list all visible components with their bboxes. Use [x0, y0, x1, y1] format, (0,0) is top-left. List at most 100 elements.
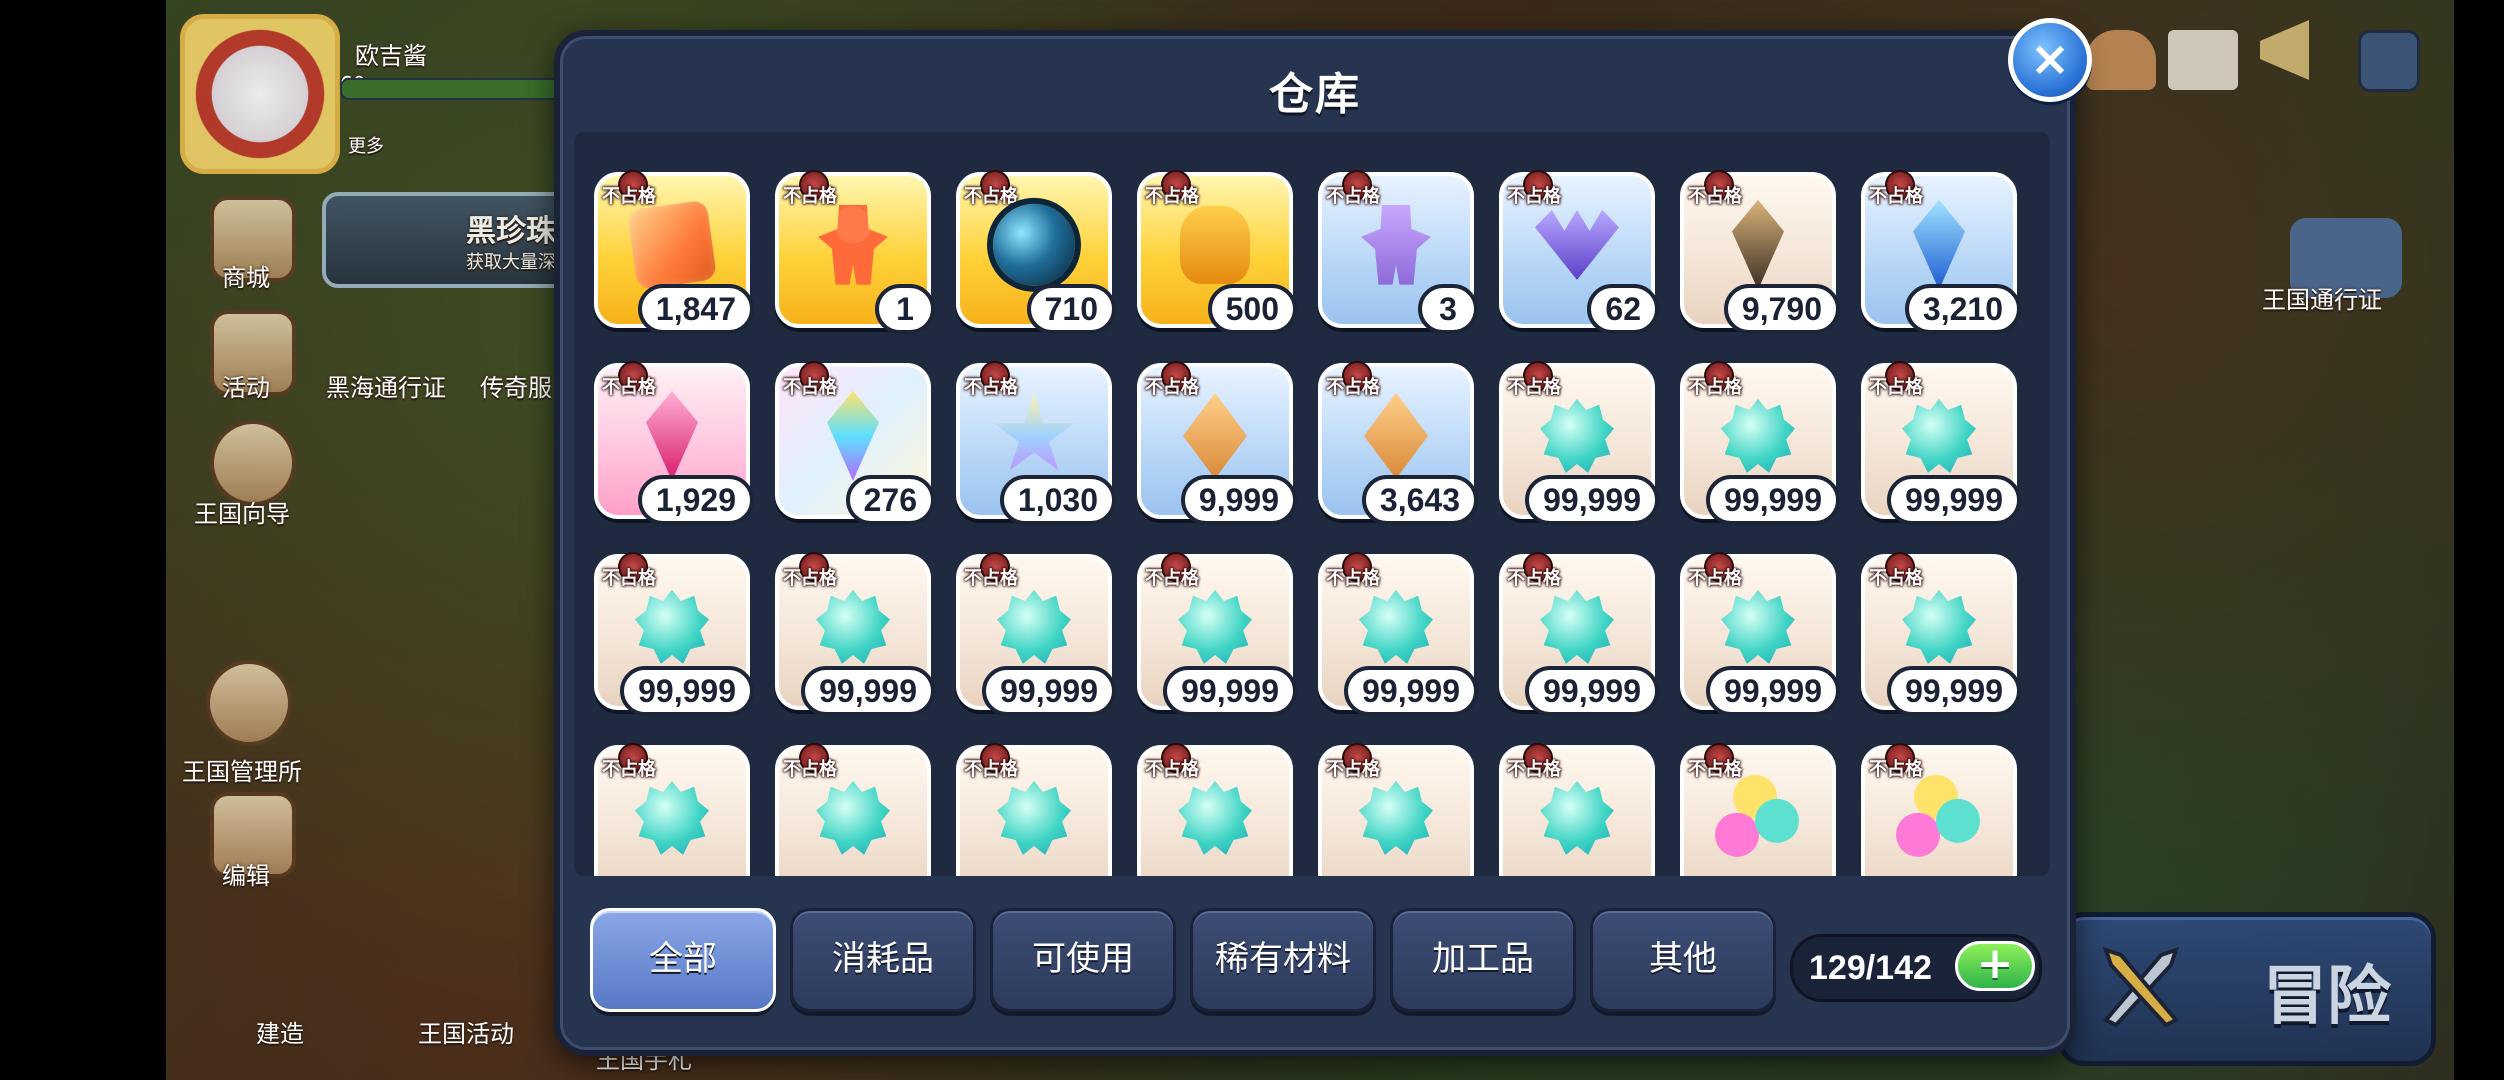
item-count: 1,929	[637, 475, 754, 525]
inventory-item[interactable]: 不占格 99,999	[956, 552, 1116, 716]
player-name: 欧吉酱	[355, 42, 427, 70]
inventory-item[interactable]: 不占格 99,999	[1861, 361, 2021, 525]
cookie-icon[interactable]	[206, 660, 292, 746]
inventory-item[interactable]: 不占格 99,999	[1499, 552, 1659, 716]
inventory-item[interactable]: 不占格 1	[775, 170, 935, 334]
player-avatar[interactable]	[180, 14, 340, 174]
item-count: 99,999	[1344, 666, 1478, 716]
item-count: 62	[1587, 284, 1659, 334]
inventory-item[interactable]: 不占格 99,999	[1680, 552, 1840, 716]
dark-orb-icon	[991, 202, 1077, 288]
inventory-item[interactable]: 不占格	[1680, 743, 1836, 876]
inventory-item[interactable]: 不占格	[1318, 743, 1474, 876]
prism-star-icon	[991, 393, 1077, 479]
banner-title: 黑珍珠	[466, 214, 556, 249]
aqua-puff-icon	[1896, 393, 1982, 479]
inventory-item[interactable]: 不占格 1,030	[956, 361, 1116, 525]
menu-edit-label: 编辑	[222, 862, 270, 890]
friends-icon[interactable]	[2086, 30, 2156, 90]
tab-usable[interactable]: 可使用	[990, 908, 1176, 1012]
inventory-item[interactable]: 不占格 99,999	[1318, 552, 1478, 716]
item-count: 3,210	[1904, 284, 2021, 334]
inventory-item[interactable]: 不占格 500	[1137, 170, 1297, 334]
aqua-puff-icon	[1534, 393, 1620, 479]
tab-all[interactable]: 全部	[590, 908, 776, 1012]
inventory-item[interactable]: 不占格	[594, 743, 750, 876]
item-count: 1	[875, 284, 935, 334]
inventory-item[interactable]: 不占格 276	[775, 361, 935, 525]
blue-crystal-icon	[1896, 199, 1982, 290]
rainbow-crystal-icon	[810, 390, 896, 481]
inventory-item[interactable]: 不占格 99,999	[1499, 361, 1659, 525]
item-count: 710	[1026, 284, 1116, 334]
inventory-grid: 不占格 1,847 不占格 1 不占格 710 不占格 500 不占格 3 不占格 62 不占格 9,79…	[594, 170, 2021, 876]
multi-gems-icon	[1896, 774, 1982, 861]
item-count: 500	[1207, 284, 1297, 334]
item-count: 99,999	[801, 666, 935, 716]
inventory-item[interactable]: 不占格 1,929	[594, 361, 754, 525]
inventory-item[interactable]: 不占格 3,643	[1318, 361, 1478, 525]
adventure-button[interactable]: 冒险	[2058, 912, 2436, 1066]
inventory-modal: 仓库 × 不占格 1,847 不占格 1 不占格 710 不占格 500 不占格 3 不占格 62 不占…	[554, 18, 2092, 1056]
menu-legend-costume-label: 传奇服	[480, 374, 552, 402]
inventory-item[interactable]: 不占格	[1499, 743, 1655, 876]
tab-other[interactable]: 其他	[1590, 908, 1776, 1012]
inventory-item[interactable]: 不占格 99,999	[1861, 552, 2021, 716]
black-pearl-banner[interactable]: 黑珍珠 获取大量深	[322, 192, 590, 288]
item-count: 9,790	[1723, 284, 1840, 334]
inventory-item[interactable]: 不占格 9,790	[1680, 170, 1840, 334]
item-count: 99,999	[1163, 666, 1297, 716]
aqua-puff-icon	[629, 584, 715, 670]
aqua-puff-icon	[1534, 775, 1620, 861]
item-count: 99,999	[1525, 475, 1659, 525]
inventory-item[interactable]: 不占格 3	[1318, 170, 1478, 334]
tab-consumables[interactable]: 消耗品	[790, 908, 976, 1012]
menu-build-label: 建造	[256, 1020, 304, 1048]
item-count: 3,643	[1361, 475, 1478, 525]
item-count: 9,999	[1180, 475, 1297, 525]
item-count: 99,999	[982, 666, 1116, 716]
inventory-item[interactable]: 不占格	[1861, 743, 2017, 876]
banner-subtitle: 获取大量深	[466, 252, 556, 273]
bronze-diamond-icon	[1172, 392, 1258, 479]
menu-blacksea-pass-label: 黑海通行证	[326, 374, 446, 402]
expand-storage-button[interactable]: +	[1955, 941, 2035, 991]
storage-capacity: 129/142 +	[1790, 934, 2042, 1002]
menu-event-label: 活动	[222, 374, 270, 402]
more-label[interactable]: 更多	[348, 132, 384, 158]
adventure-label: 冒险	[2263, 960, 2391, 1034]
item-count: 3	[1418, 284, 1478, 334]
inventory-item[interactable]: 不占格 3,210	[1861, 170, 2021, 334]
violet-flower-icon	[1534, 202, 1620, 288]
inventory-item[interactable]: 不占格 99,999	[775, 552, 935, 716]
inventory-item[interactable]: 不占格 62	[1499, 170, 1659, 334]
inventory-item[interactable]: 不占格	[775, 743, 931, 876]
mail-icon[interactable]	[2168, 30, 2238, 90]
multi-gems-icon	[1715, 774, 1801, 861]
inventory-item[interactable]: 不占格	[1137, 743, 1293, 876]
main-menu-icon[interactable]	[2358, 30, 2420, 92]
close-button[interactable]: ×	[2008, 18, 2092, 102]
menu-kingdom-office-label: 王国管理所	[182, 758, 302, 786]
inventory-item[interactable]: 不占格 99,999	[1137, 552, 1297, 716]
inventory-grid-frame: 不占格 1,847 不占格 1 不占格 710 不占格 500 不占格 3 不占格 62 不占格 9,79…	[574, 132, 2050, 876]
inventory-item[interactable]: 不占格 9,999	[1137, 361, 1297, 525]
inventory-item[interactable]: 不占格 99,999	[1680, 361, 1840, 525]
tab-rare-materials[interactable]: 稀有材料	[1190, 908, 1376, 1012]
inventory-item[interactable]: 不占格 99,999	[594, 552, 754, 716]
item-count: 99,999	[1525, 666, 1659, 716]
item-count: 1,030	[999, 475, 1116, 525]
aqua-puff-icon	[810, 584, 896, 670]
tab-processed-goods[interactable]: 加工品	[1390, 908, 1576, 1012]
gingerbread-orange-icon	[810, 202, 896, 288]
inventory-item[interactable]: 不占格 1,847	[594, 170, 754, 334]
inventory-item[interactable]: 不占格 710	[956, 170, 1116, 334]
aqua-puff-icon	[1172, 775, 1258, 861]
aqua-puff-icon	[1353, 584, 1439, 670]
item-count: 99,999	[1706, 475, 1840, 525]
aqua-puff-icon	[1172, 584, 1258, 670]
menu-shop-label: 商城	[222, 264, 270, 292]
gem-cube-icon	[626, 199, 718, 291]
inventory-item[interactable]: 不占格	[956, 743, 1112, 876]
menu-kingdom-guide-label: 王国向导	[194, 500, 290, 528]
